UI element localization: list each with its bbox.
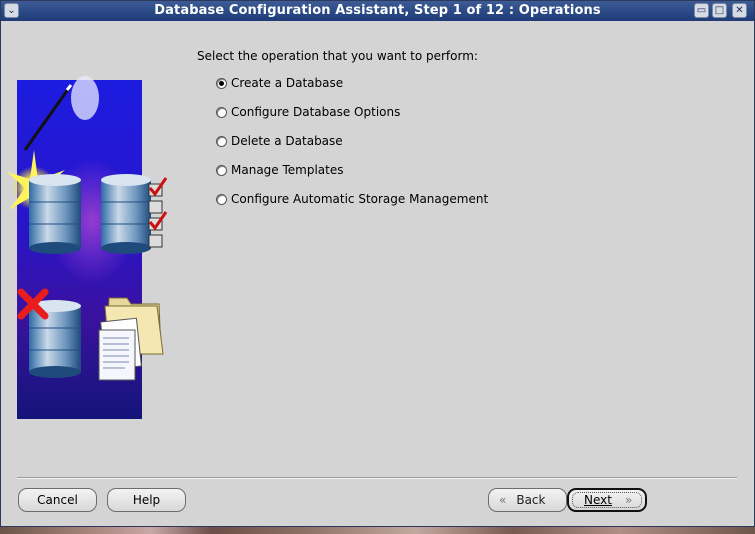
window-title: Database Configuration Assistant, Step 1…	[154, 3, 601, 18]
radio-button[interactable]	[216, 193, 227, 205]
radio-button[interactable]	[216, 77, 227, 89]
next-button[interactable]: Next »	[567, 488, 647, 512]
minimize-button[interactable]: ▭	[694, 3, 709, 18]
maximize-button[interactable]: □	[712, 3, 727, 18]
cancel-button[interactable]: Cancel	[18, 488, 97, 512]
radio-button[interactable]	[216, 106, 227, 118]
dbca-window: ⌄ Database Configuration Assistant, Step…	[0, 0, 755, 527]
operations-illustration	[7, 76, 168, 419]
option-label: Delete a Database	[231, 134, 343, 148]
help-button[interactable]: Help	[107, 488, 186, 512]
option-delete-database[interactable]: Delete a Database	[216, 133, 343, 149]
back-label: Back	[516, 493, 546, 507]
swirl-icon	[71, 76, 99, 120]
configure-database-icon	[101, 174, 168, 254]
radio-button[interactable]	[216, 135, 227, 147]
operation-prompt: Select the operation that you want to pe…	[197, 49, 478, 63]
back-arrow-icon: «	[499, 493, 507, 507]
close-button[interactable]: ✕	[732, 3, 747, 18]
desktop-background-strip	[0, 527, 755, 534]
radio-button[interactable]	[216, 164, 227, 176]
database-icon	[29, 174, 81, 254]
back-button[interactable]: « Back	[488, 488, 567, 512]
option-manage-templates[interactable]: Manage Templates	[216, 162, 344, 178]
option-label: Configure Database Options	[231, 105, 401, 119]
focus-indicator	[572, 492, 642, 508]
templates-folder-icon	[98, 297, 164, 381]
delete-database-icon	[17, 288, 81, 378]
option-create-database[interactable]: Create a Database	[216, 75, 343, 91]
option-label: Manage Templates	[231, 163, 344, 177]
title-bar[interactable]: ⌄ Database Configuration Assistant, Step…	[1, 1, 754, 21]
option-label: Configure Automatic Storage Management	[231, 192, 489, 206]
option-configure-database-options[interactable]: Configure Database Options	[216, 104, 400, 120]
option-label: Create a Database	[231, 76, 344, 90]
button-separator	[17, 477, 737, 479]
option-configure-asm[interactable]: Configure Automatic Storage Management	[216, 191, 488, 207]
